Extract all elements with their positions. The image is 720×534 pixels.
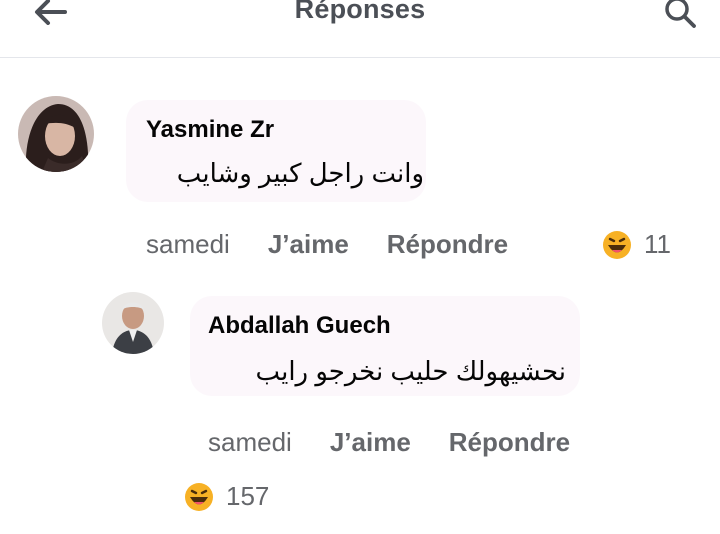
top-bar: Réponses: [0, 0, 720, 58]
like-button[interactable]: J’aime: [330, 427, 411, 458]
comment-actions: samedi J’aime Répondre: [208, 427, 570, 458]
comment-author[interactable]: Abdallah Guech: [208, 312, 391, 340]
reaction-summary[interactable]: 11: [602, 229, 671, 260]
page-title: Réponses: [294, 0, 426, 24]
comment-text: وانت راجل كبير وشايب: [176, 158, 424, 188]
haha-emoji-icon: [602, 230, 632, 260]
avatar[interactable]: [102, 292, 164, 354]
reply-button[interactable]: Répondre: [387, 229, 508, 260]
reaction-summary[interactable]: 157: [184, 481, 269, 512]
comment-author[interactable]: Yasmine Zr: [146, 116, 274, 144]
comment-time: samedi: [208, 427, 292, 457]
search-button[interactable]: [658, 0, 702, 34]
like-button[interactable]: J’aime: [268, 229, 349, 260]
reply-button[interactable]: Répondre: [449, 427, 570, 458]
comment-time: samedi: [146, 229, 230, 259]
reaction-count: 157: [226, 481, 270, 511]
comment-text: نحشيهولك حليب نخرجو رايب: [255, 356, 566, 386]
haha-emoji-icon: [184, 482, 214, 512]
search-icon: [663, 0, 697, 34]
reaction-count: 11: [644, 229, 671, 259]
comment-actions: samedi J’aime Répondre: [146, 229, 508, 260]
avatar[interactable]: [18, 96, 94, 172]
